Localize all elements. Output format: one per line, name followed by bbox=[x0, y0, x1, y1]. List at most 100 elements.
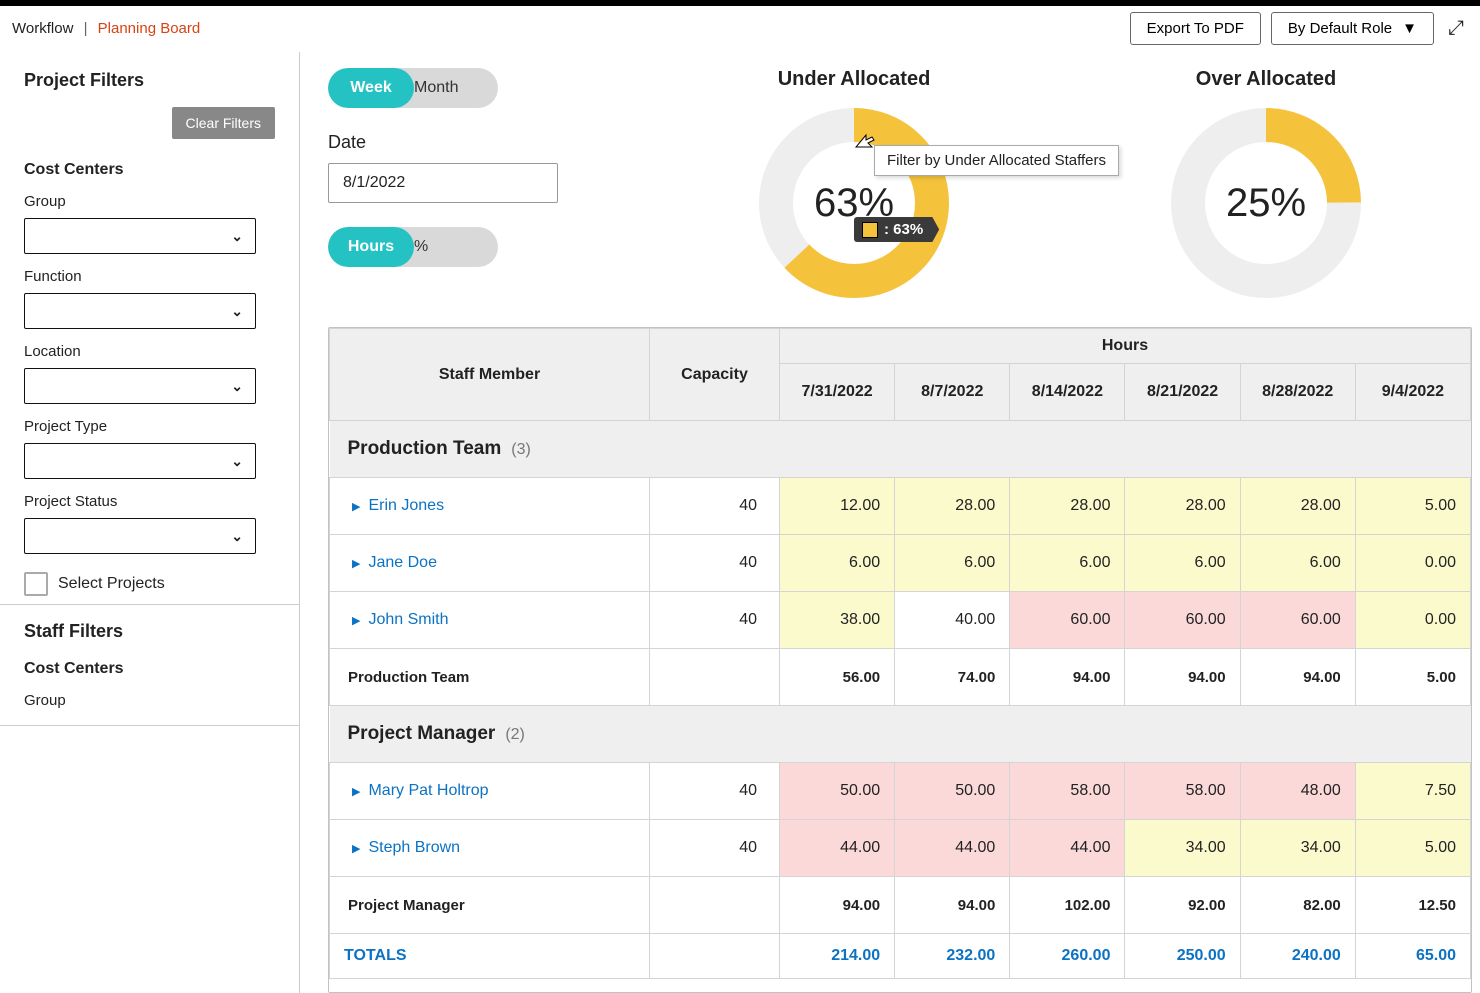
th-date[interactable]: 9/4/2022 bbox=[1355, 364, 1470, 421]
hours-cell[interactable]: 6.00 bbox=[1240, 535, 1355, 592]
export-pdf-button[interactable]: Export To PDF bbox=[1130, 12, 1261, 45]
period-week[interactable]: Week bbox=[328, 68, 414, 108]
hours-cell[interactable]: 44.00 bbox=[895, 820, 1010, 877]
chevron-down-icon: ⌄ bbox=[231, 303, 243, 320]
hours-cell[interactable]: 34.00 bbox=[1240, 820, 1355, 877]
group-header[interactable]: Project Manager(2) bbox=[330, 706, 1471, 763]
filter-label: Project Type bbox=[24, 418, 275, 435]
hours-cell[interactable]: 6.00 bbox=[1010, 535, 1125, 592]
filter-label: Location bbox=[24, 343, 275, 360]
staff-cell: ▶Erin Jones bbox=[330, 478, 650, 535]
over-gauge-percent: 25% bbox=[1166, 103, 1366, 303]
staff-link[interactable]: ▶Jane Doe bbox=[330, 554, 649, 572]
filter-select-group[interactable]: ⌄ bbox=[24, 218, 256, 254]
caret-right-icon: ▶ bbox=[352, 557, 360, 570]
breadcrumb-parent[interactable]: Workflow bbox=[12, 20, 73, 37]
th-date[interactable]: 7/31/2022 bbox=[780, 364, 895, 421]
select-projects-row[interactable]: Select Projects bbox=[24, 572, 275, 596]
hours-cell[interactable]: 44.00 bbox=[1010, 820, 1125, 877]
filter-select-function[interactable]: ⌄ bbox=[24, 293, 256, 329]
main-area: Week Month Date 8/1/2022 Hours % Under A… bbox=[300, 52, 1480, 993]
staff-link[interactable]: ▶Mary Pat Holtrop bbox=[330, 782, 649, 800]
capacity-cell: 40 bbox=[650, 535, 780, 592]
expand-icon[interactable]: ⤢ bbox=[1444, 15, 1468, 42]
hours-cell[interactable]: 6.00 bbox=[895, 535, 1010, 592]
hours-cell[interactable]: 6.00 bbox=[780, 535, 895, 592]
hours-cell[interactable]: 7.50 bbox=[1355, 763, 1470, 820]
hours-cell[interactable]: 28.00 bbox=[1125, 478, 1240, 535]
hours-cell[interactable]: 34.00 bbox=[1125, 820, 1240, 877]
date-input[interactable]: 8/1/2022 bbox=[328, 163, 558, 203]
hours-cell[interactable]: 60.00 bbox=[1240, 592, 1355, 649]
breadcrumb: Workflow | Planning Board bbox=[12, 20, 200, 37]
th-capacity[interactable]: Capacity bbox=[650, 329, 780, 421]
subtotal-cell: 56.00 bbox=[780, 649, 895, 706]
staff-cell: ▶Mary Pat Holtrop bbox=[330, 763, 650, 820]
hours-cell[interactable]: 58.00 bbox=[1010, 763, 1125, 820]
unit-percent[interactable]: % bbox=[414, 227, 428, 267]
filter-label: Group bbox=[24, 193, 275, 210]
th-date[interactable]: 8/28/2022 bbox=[1240, 364, 1355, 421]
clear-filters-button[interactable]: Clear Filters bbox=[172, 107, 275, 139]
group-header[interactable]: Production Team(3) bbox=[330, 421, 1471, 478]
staff-link[interactable]: ▶Erin Jones bbox=[330, 497, 649, 515]
th-staff[interactable]: Staff Member bbox=[330, 329, 650, 421]
project-filters-title: Project Filters bbox=[24, 70, 275, 91]
period-month[interactable]: Month bbox=[414, 68, 458, 108]
subtotal-blank bbox=[650, 649, 780, 706]
subtotal-label: Project Manager bbox=[330, 877, 650, 934]
date-label: Date bbox=[328, 132, 608, 153]
hours-cell[interactable]: 28.00 bbox=[895, 478, 1010, 535]
hours-cell[interactable]: 50.00 bbox=[895, 763, 1010, 820]
hours-cell[interactable]: 28.00 bbox=[1010, 478, 1125, 535]
over-allocated-gauge[interactable]: Over Allocated 25% bbox=[1166, 68, 1366, 303]
hours-cell[interactable]: 5.00 bbox=[1355, 478, 1470, 535]
hours-cell[interactable]: 28.00 bbox=[1240, 478, 1355, 535]
hours-cell[interactable]: 58.00 bbox=[1125, 763, 1240, 820]
th-date[interactable]: 8/7/2022 bbox=[895, 364, 1010, 421]
hours-cell[interactable]: 48.00 bbox=[1240, 763, 1355, 820]
staff-cell: ▶Jane Doe bbox=[330, 535, 650, 592]
filter-select-project-type[interactable]: ⌄ bbox=[24, 443, 256, 479]
staff-link[interactable]: ▶John Smith bbox=[330, 611, 649, 629]
chevron-down-icon: ⌄ bbox=[231, 528, 243, 545]
chevron-down-icon: ⌄ bbox=[231, 378, 243, 395]
capacity-cell: 40 bbox=[650, 763, 780, 820]
unit-toggle[interactable]: Hours % bbox=[328, 227, 498, 267]
under-gauge-title: Under Allocated bbox=[778, 68, 931, 91]
caret-right-icon: ▶ bbox=[352, 614, 360, 627]
totals-cell: 250.00 bbox=[1125, 934, 1240, 979]
hours-cell[interactable]: 6.00 bbox=[1125, 535, 1240, 592]
filter-select-location[interactable]: ⌄ bbox=[24, 368, 256, 404]
hours-cell[interactable]: 5.00 bbox=[1355, 820, 1470, 877]
group-label-2: Group bbox=[24, 692, 275, 709]
hours-cell[interactable]: 44.00 bbox=[780, 820, 895, 877]
checkbox-icon[interactable] bbox=[24, 572, 48, 596]
th-date[interactable]: 8/21/2022 bbox=[1125, 364, 1240, 421]
caret-right-icon: ▶ bbox=[352, 500, 360, 513]
unit-hours[interactable]: Hours bbox=[328, 227, 414, 267]
hours-cell[interactable]: 12.00 bbox=[780, 478, 895, 535]
hours-cell[interactable]: 0.00 bbox=[1355, 592, 1470, 649]
period-toggle[interactable]: Week Month bbox=[328, 68, 498, 108]
hours-cell[interactable]: 60.00 bbox=[1010, 592, 1125, 649]
subtotal-cell: 94.00 bbox=[780, 877, 895, 934]
caret-down-icon: ▼ bbox=[1402, 20, 1417, 37]
th-date[interactable]: 8/14/2022 bbox=[1010, 364, 1125, 421]
under-allocated-gauge[interactable]: Under Allocated 63% Filter by Under Allo… bbox=[754, 68, 954, 303]
staff-link[interactable]: ▶Steph Brown bbox=[330, 839, 649, 857]
subtotal-cell: 94.00 bbox=[1125, 649, 1240, 706]
totals-cell: 214.00 bbox=[780, 934, 895, 979]
staff-filters-title: Staff Filters bbox=[24, 621, 275, 642]
role-dropdown[interactable]: By Default Role ▼ bbox=[1271, 12, 1434, 45]
totals-cell: 65.00 bbox=[1355, 934, 1470, 979]
hours-cell[interactable]: 50.00 bbox=[780, 763, 895, 820]
over-gauge-title: Over Allocated bbox=[1196, 68, 1336, 91]
breadcrumb-current: Planning Board bbox=[98, 20, 201, 37]
filter-select-project-status[interactable]: ⌄ bbox=[24, 518, 256, 554]
hours-cell[interactable]: 0.00 bbox=[1355, 535, 1470, 592]
hours-cell[interactable]: 40.00 bbox=[895, 592, 1010, 649]
hours-cell[interactable]: 60.00 bbox=[1125, 592, 1240, 649]
hours-cell[interactable]: 38.00 bbox=[780, 592, 895, 649]
subtotal-cell: 5.00 bbox=[1355, 649, 1470, 706]
